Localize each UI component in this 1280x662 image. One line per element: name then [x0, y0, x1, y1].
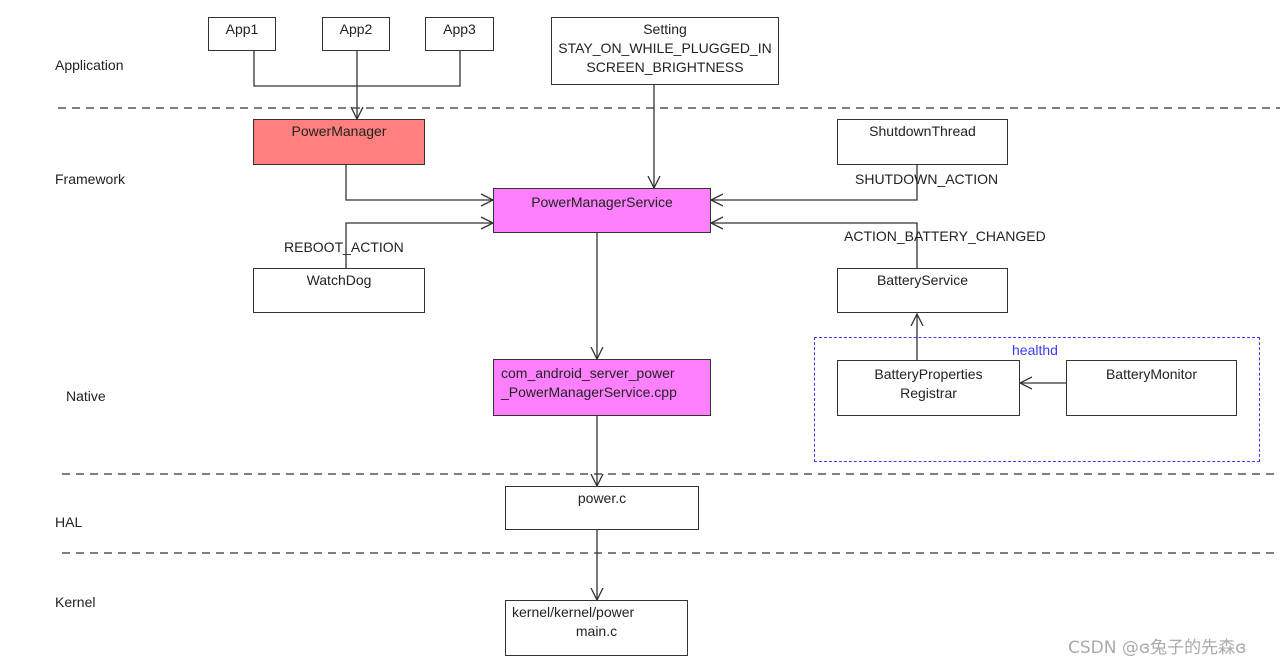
node-watchdog[interactable]: WatchDog	[253, 268, 425, 313]
edge-label-reboot-action: REBOOT_ACTION	[284, 239, 404, 255]
node-app1[interactable]: App1	[208, 17, 276, 51]
node-battery-monitor[interactable]: BatteryMonitor	[1066, 360, 1237, 416]
node-watchdog-label: WatchDog	[306, 272, 372, 288]
node-battery-service-label: BatteryService	[876, 272, 969, 288]
edge-label-battery-changed: ACTION_BATTERY_CHANGED	[844, 228, 1046, 244]
node-registrar-label-line2: Registrar	[900, 385, 957, 401]
edge-powermanager-to-pms	[345, 165, 493, 200]
node-power-manager-label: PowerManager	[291, 123, 387, 139]
node-jni-label-line1: com_android_server_power	[501, 365, 675, 381]
group-healthd-label: healthd	[1012, 342, 1058, 358]
watermark: CSDN @ɞ兔子的先森ɞ	[1068, 638, 1247, 658]
node-battery-properties-registrar[interactable]: BatteryProperties Registrar	[837, 360, 1020, 416]
node-jni-label-line2: _PowerManagerService.cpp	[501, 384, 677, 400]
edge-label-shutdown-action: SHUTDOWN_ACTION	[855, 171, 999, 187]
node-app2-label: App2	[339, 21, 373, 37]
node-jni-power-manager-service[interactable]: com_android_server_power _PowerManagerSe…	[493, 359, 711, 416]
node-app2[interactable]: App2	[322, 17, 390, 51]
layer-label-native: Native	[66, 388, 106, 404]
node-power-manager-service[interactable]: PowerManagerService	[493, 188, 711, 233]
node-power-manager-service-label: PowerManagerService	[531, 194, 673, 210]
node-registrar-label-line1: BatteryProperties	[874, 366, 983, 382]
node-power-c-label: power.c	[577, 490, 627, 506]
node-kernel-file-label: main.c	[575, 623, 618, 639]
node-shutdown-thread[interactable]: ShutdownThread	[837, 119, 1008, 165]
node-setting-item: SCREEN_BRIGHTNESS	[586, 59, 744, 75]
node-power-c[interactable]: power.c	[505, 486, 699, 530]
node-app3-label: App3	[443, 21, 476, 37]
node-kernel-power-main[interactable]: kernel/kernel/power main.c	[505, 600, 688, 656]
node-app3[interactable]: App3	[425, 17, 494, 51]
layer-label-application: Application	[55, 57, 124, 73]
node-setting[interactable]: Setting STAY_ON_WHILE_PLUGGED_IN SCREEN_…	[551, 17, 779, 85]
node-app1-label: App1	[225, 21, 259, 37]
layer-label-hal: HAL	[55, 514, 83, 530]
node-setting-title: Setting	[643, 21, 687, 37]
layer-label-framework: Framework	[55, 171, 126, 187]
layer-label-kernel: Kernel	[55, 594, 96, 610]
node-battery-monitor-label: BatteryMonitor	[1105, 366, 1198, 382]
node-power-manager[interactable]: PowerManager	[253, 119, 425, 165]
connector-layer	[58, 51, 1280, 662]
node-kernel-path-label: kernel/kernel/power	[512, 604, 635, 620]
node-shutdown-thread-label: ShutdownThread	[869, 123, 976, 139]
node-battery-service[interactable]: BatteryService	[837, 268, 1008, 313]
node-setting-item: STAY_ON_WHILE_PLUGGED_IN	[558, 40, 772, 56]
